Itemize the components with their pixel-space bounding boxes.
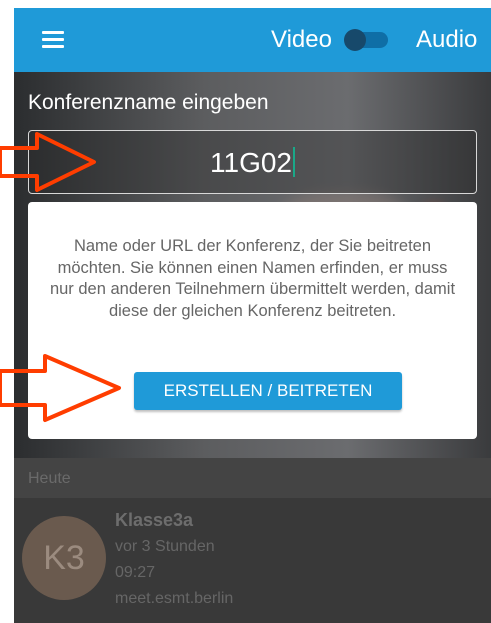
app-bar: Video Audio (14, 8, 491, 72)
annotation-arrow-input (0, 132, 96, 192)
app-screen: Video Audio Konferenzname eingeben 11G02… (14, 8, 491, 623)
audio-label: Audio (416, 26, 478, 53)
section-title: Heute (28, 470, 71, 487)
avatar-initials: K3 (43, 539, 85, 577)
avatar: K3 (22, 516, 106, 600)
hamburger-menu-icon[interactable] (42, 31, 64, 48)
toggle-thumb (344, 29, 366, 51)
annotation-arrow-button (0, 354, 121, 422)
recent-meeting-item[interactable]: K3 Klasse3a vor 3 Stunden 09:27 meet.esm… (14, 498, 491, 623)
recent-list: Heute K3 Klasse3a vor 3 Stunden 09:27 me… (14, 458, 491, 623)
meeting-server: meet.esmt.berlin (115, 590, 234, 607)
meeting-time-ago: vor 3 Stunden (115, 538, 215, 555)
join-description: Name oder URL der Konferenz, der Sie bei… (49, 237, 456, 320)
create-join-button[interactable]: ERSTELLEN / BEITRETEN (134, 372, 402, 410)
video-label: Video (271, 26, 332, 53)
audio-only-toggle[interactable] (344, 29, 390, 51)
conference-name-label: Konferenzname eingeben (28, 91, 269, 114)
text-cursor (293, 147, 295, 177)
meeting-time: 09:27 (115, 564, 156, 581)
meeting-title: Klasse3a (115, 510, 194, 530)
conference-name-text: 11G02 (210, 147, 292, 178)
section-header: Heute (14, 458, 491, 498)
